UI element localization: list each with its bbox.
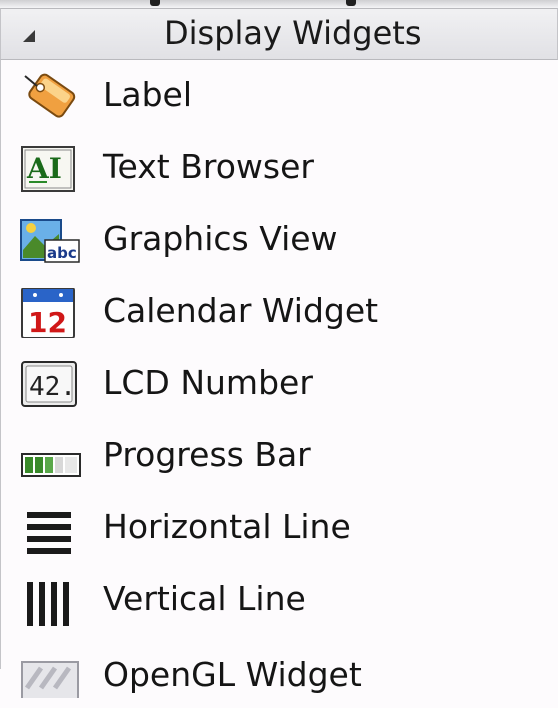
widget-item-lcd-number[interactable]: 42. LCD Number [1,348,557,420]
category-title: Display Widgets [164,14,422,52]
widget-label: Vertical Line [103,579,306,618]
widget-label: Text Browser [103,147,314,186]
vertical-line-icon [19,576,85,626]
widget-item-horizontal-line[interactable]: Horizontal Line [1,492,557,564]
display-widgets-category-header[interactable]: Display Widgets [0,8,558,60]
widget-label: LCD Number [103,363,313,402]
horizontal-line-icon [19,504,85,554]
widget-item-text-browser[interactable]: AI Text Browser [1,132,557,204]
widget-item-progress-bar[interactable]: Progress Bar [1,420,557,492]
widget-item-vertical-line[interactable]: Vertical Line [1,564,557,636]
label-icon [19,72,85,122]
collapse-triangle-icon[interactable] [23,30,35,42]
progress-bar-icon [19,432,85,482]
svg-text:12: 12 [28,306,67,338]
widget-label: Progress Bar [103,435,311,474]
opengl-widget-icon [19,648,85,698]
widget-label: Calendar Widget [103,291,379,330]
text-browser-icon: AI [19,144,85,194]
widget-item-graphics-view[interactable]: abc Graphics View [1,204,557,276]
widget-label: Graphics View [103,219,338,258]
svg-text:AI: AI [26,152,62,185]
graphics-view-icon: abc [19,216,85,266]
svg-text:42.: 42. [29,372,76,402]
widget-label: OpenGL Widget [103,655,362,694]
widget-item-opengl-widget[interactable]: OpenGL Widget [1,636,557,708]
widget-item-calendar-widget[interactable]: 12 Calendar Widget [1,276,557,348]
calendar-widget-icon: 12 [19,288,85,338]
widget-label: Horizontal Line [103,507,351,546]
widget-item-label[interactable]: Label [1,60,557,132]
svg-text:abc: abc [47,244,77,262]
widget-label: Label [103,75,193,114]
lcd-number-icon: 42. [19,360,85,410]
widget-list: Label AI Text Browser abc Graphics View [0,60,558,698]
